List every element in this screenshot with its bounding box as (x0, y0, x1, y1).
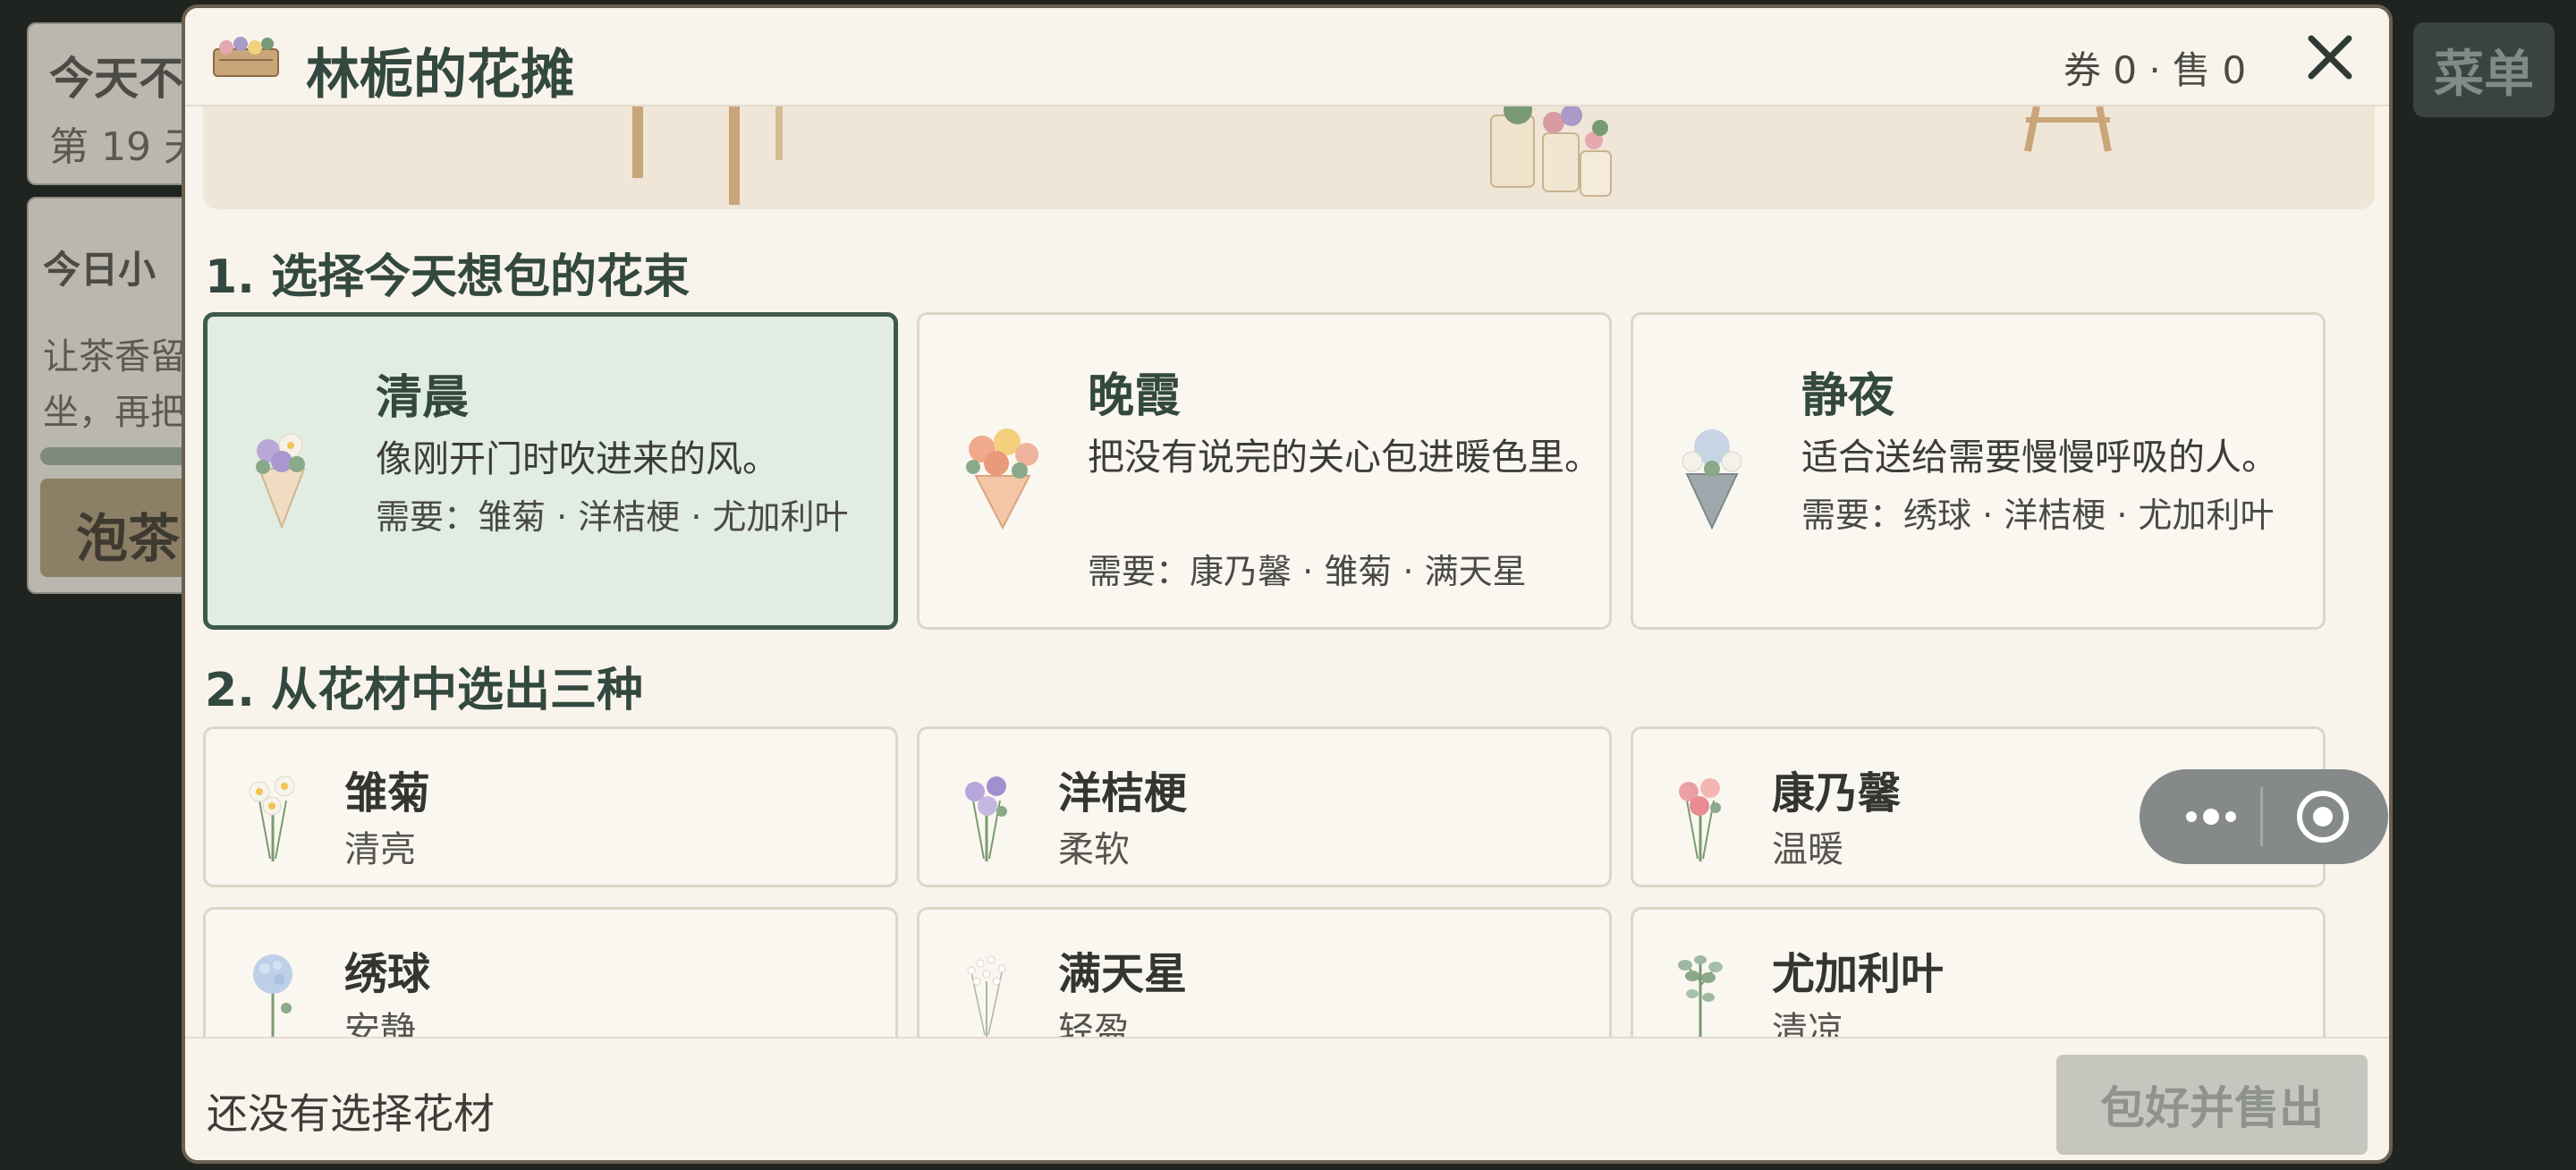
bouquet-card-quiet-night[interactable]: 静夜 适合送给需要慢慢呼吸的人。 需要：绣球 · 洋桔梗 · 尤加利叶 (1631, 312, 2326, 630)
more-options-button[interactable] (2175, 794, 2247, 839)
bouquet-card-sunset[interactable]: 晚霞 把没有说完的关心包进暖色里。 需要：康乃馨 · 雏菊 · 满天星 (917, 312, 1612, 630)
menu-button[interactable]: 菜单 (2413, 22, 2555, 117)
step2-title: 2. 从花材中选出三种 (205, 664, 644, 717)
bouquet-name: 晚霞 (1088, 369, 1182, 423)
carnation-icon (1669, 765, 1732, 863)
bouquet-requirements: 需要：雏菊 · 洋桔梗 · 尤加利叶 (376, 497, 849, 537)
flower-name: 绣球 (344, 949, 431, 999)
bouquet-card-morning[interactable]: 清晨 像刚开门时吹进来的风。 需要：雏菊 · 洋桔梗 · 尤加利叶 (203, 312, 898, 630)
flower-name: 满天星 (1058, 949, 1188, 999)
close-icon (2308, 35, 2352, 80)
bouquet-morning-icon (242, 415, 322, 531)
exit-miniprogram-button[interactable] (2293, 787, 2352, 846)
bouquet-name: 静夜 (1801, 369, 1895, 423)
flower-card-lisianthus[interactable]: 洋桔梗 柔软 (917, 726, 1612, 887)
flower-trait: 清亮 (344, 829, 416, 870)
background-brew-label: 泡茶 (76, 508, 181, 569)
bouquet-desc: 像刚开门时吹进来的风。 (376, 437, 779, 480)
bouquet-desc: 把没有说完的关心包进暖色里。 (1088, 436, 1601, 479)
eucalyptus-icon (1669, 945, 1732, 1044)
modal-title: 林栀的花摊 (306, 44, 574, 106)
more-dots-icon (2186, 809, 2236, 825)
bouquet-name: 清晨 (376, 371, 470, 425)
step1-title: 1. 选择今天想包的花束 (205, 250, 691, 304)
target-icon (2297, 791, 2349, 843)
capsule-divider (2260, 787, 2263, 846)
modal-footer: 还没有选择花材 包好并售出 (185, 1037, 2389, 1160)
background-task-title: 今日小 (43, 248, 157, 292)
flower-stall-icon (210, 30, 282, 83)
flower-name: 尤加利叶 (1772, 949, 1945, 999)
hydrangea-icon (242, 945, 304, 1044)
flower-card-daisy[interactable]: 雏菊 清亮 (203, 726, 898, 887)
background-day-count: 第 19 天 (49, 124, 203, 170)
daisy-icon (242, 765, 304, 863)
bouquet-sunset-icon (953, 413, 1038, 530)
ticket-sale-counter: 券 0 · 售 0 (2063, 48, 2247, 92)
modal-header: 林栀的花摊 券 0 · 售 0 (185, 8, 2389, 106)
wrap-and-sell-button[interactable]: 包好并售出 (2056, 1055, 2368, 1155)
bouquet-requirements: 需要：绣球 · 洋桔梗 · 尤加利叶 (1801, 496, 2275, 535)
flower-name: 康乃馨 (1772, 768, 1902, 818)
close-button[interactable] (2301, 28, 2360, 87)
babys-breath-icon (955, 945, 1018, 1044)
flower-name: 雏菊 (344, 768, 431, 818)
miniprogram-capsule (2140, 769, 2388, 864)
background-day-title: 今天不 (49, 53, 183, 105)
flower-stall-modal: 林栀的花摊 券 0 · 售 0 1. 选择今天想包的花束 清晨 像刚开门时吹进来… (182, 4, 2393, 1164)
bouquet-requirements: 需要：康乃馨 · 雏菊 · 满天星 (1088, 552, 1527, 591)
flower-trait: 柔软 (1058, 829, 1130, 870)
flower-trait: 温暖 (1772, 829, 1843, 870)
bouquet-desc: 适合送给需要慢慢呼吸的人。 (1801, 436, 2278, 479)
selection-status: 还没有选择花材 (207, 1089, 495, 1138)
flower-name: 洋桔梗 (1058, 768, 1188, 818)
lisianthus-icon (955, 765, 1018, 863)
bouquet-night-icon (1667, 413, 1748, 530)
